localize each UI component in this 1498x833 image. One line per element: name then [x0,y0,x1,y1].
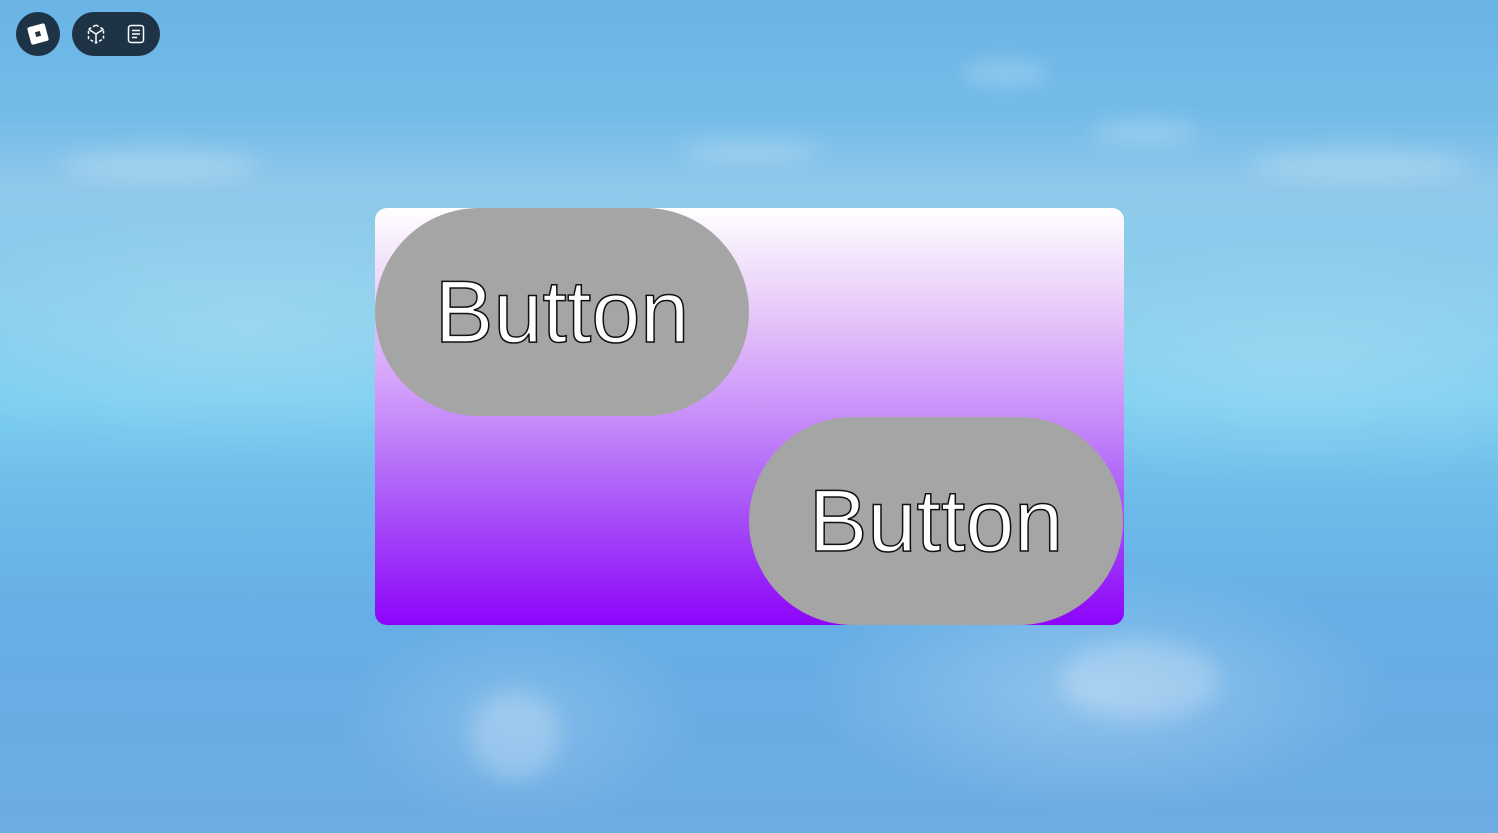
background-cloud [470,690,560,780]
gradient-frame: Button Button [375,208,1124,625]
hud-toolbar [72,12,160,56]
button-label: Button [808,471,1064,570]
top-left-button[interactable]: Button [375,208,749,416]
chat-button[interactable] [118,16,154,52]
background-cloud [1250,150,1470,180]
button-label: Button [434,262,690,361]
roblox-menu-button[interactable] [16,12,60,56]
background-cloud [1060,640,1220,720]
roblox-logo-icon [27,23,49,45]
bottom-right-button[interactable]: Button [749,417,1123,625]
capture-icon [87,24,105,44]
background-cloud [960,60,1050,86]
background-cloud [60,150,260,180]
background-cloud [1090,120,1200,144]
chat-icon [127,24,145,44]
capture-button[interactable] [78,16,114,52]
background-cloud [680,140,820,162]
